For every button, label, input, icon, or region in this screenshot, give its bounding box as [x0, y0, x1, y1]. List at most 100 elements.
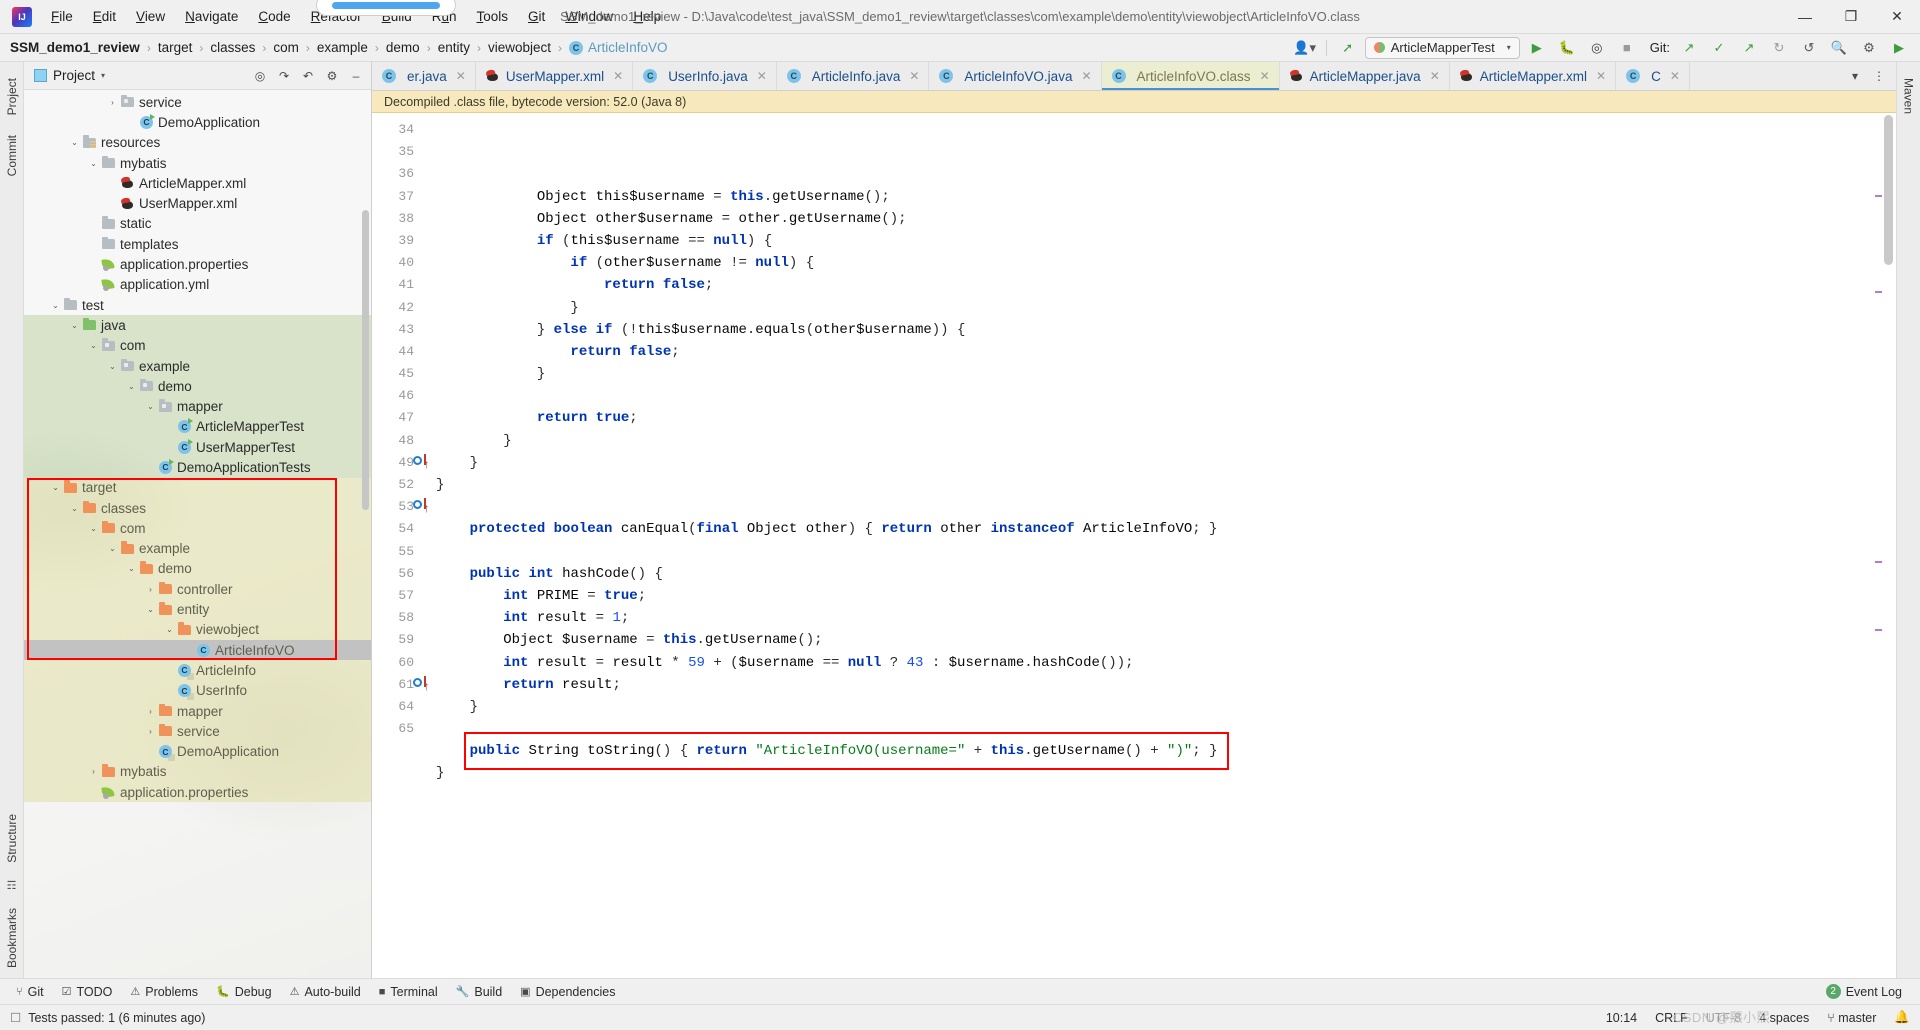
breadcrumb-item-3[interactable]: com [273, 40, 299, 55]
tree-node-service[interactable]: › service [24, 92, 371, 112]
user-icon[interactable]: 👤▾ [1292, 37, 1318, 59]
updates-icon[interactable]: ➚ [1335, 37, 1361, 59]
chevron-down-icon[interactable]: ▾ [101, 71, 105, 80]
git-push-icon[interactable]: ↗ [1736, 37, 1762, 59]
close-icon[interactable]: ✕ [456, 69, 466, 83]
chevron-right-icon[interactable]: › [144, 585, 157, 594]
line-number[interactable]: 44 [372, 341, 436, 363]
code-line[interactable]: } [436, 452, 1896, 474]
code-line[interactable] [436, 718, 1896, 740]
chevron-down-icon[interactable]: ⌄ [144, 402, 157, 411]
tree-node-test[interactable]: ⌄ test [24, 295, 371, 315]
tree-node-usermapper-xml[interactable]: UserMapper.xml [24, 193, 371, 213]
chevron-right-icon[interactable]: › [87, 767, 100, 776]
code-line[interactable] [436, 496, 1896, 518]
line-number[interactable]: 49 ↑ [372, 452, 436, 474]
tree-node-java[interactable]: ⌄ java [24, 315, 371, 336]
project-panel-scrollbar[interactable] [362, 210, 369, 510]
editor-tab-userinfo-java[interactable]: C UserInfo.java ✕ [633, 62, 777, 90]
close-icon[interactable]: ✕ [1081, 69, 1091, 83]
breadcrumb-item-2[interactable]: classes [210, 40, 255, 55]
locate-icon[interactable]: ◎ [249, 66, 271, 86]
tool-window-button-problems[interactable]: ⚠ Problems [122, 982, 206, 1002]
menu-view[interactable]: View [127, 5, 174, 28]
minimize-button[interactable]: — [1782, 0, 1828, 34]
breadcrumb-item-6[interactable]: entity [438, 40, 470, 55]
tool-window-button-todo[interactable]: ☑ TODO [54, 982, 121, 1002]
maximize-button[interactable]: ❐ [1828, 0, 1874, 34]
close-icon[interactable]: ✕ [1260, 69, 1270, 83]
close-icon[interactable]: ✕ [613, 69, 623, 83]
line-number[interactable]: 55 [372, 541, 436, 563]
tree-node-example[interactable]: ⌄ example [24, 538, 371, 559]
editor-tab-articleinfovo-class[interactable]: C ArticleInfoVO.class ✕ [1101, 62, 1280, 90]
code-line[interactable]: } [436, 696, 1896, 718]
code-line[interactable]: protected boolean canEqual(final Object … [436, 518, 1896, 540]
coverage-icon[interactable]: ◎ [1584, 37, 1610, 59]
close-icon[interactable]: ✕ [1430, 69, 1440, 83]
close-button[interactable]: ✕ [1874, 0, 1920, 34]
menu-window[interactable]: Window [556, 5, 622, 28]
tree-node-mapper[interactable]: ⌄ mapper [24, 396, 371, 417]
history-icon[interactable]: ↻ [1766, 37, 1792, 59]
code-line[interactable] [436, 385, 1896, 407]
breadcrumb-item-5[interactable]: demo [386, 40, 420, 55]
tree-node-demoapplication[interactable]: C DemoApplication [24, 112, 371, 132]
code-line[interactable]: Object other$username = other.getUsernam… [436, 208, 1896, 230]
rail-item-maven[interactable]: Maven [1899, 68, 1919, 124]
method-override-icon[interactable] [413, 455, 422, 465]
line-number[interactable]: 60 [372, 652, 436, 674]
line-number[interactable]: 43 [372, 319, 436, 341]
editor-tab-articlemapper-xml[interactable]: ArticleMapper.xml ✕ [1450, 62, 1617, 90]
code-line[interactable]: if (other$username != null) { [436, 252, 1896, 274]
editor-scrollbar[interactable] [1884, 115, 1893, 265]
tree-node-userinfo[interactable]: C UserInfo [24, 680, 371, 701]
chevron-down-icon[interactable]: ⌄ [163, 625, 176, 634]
chevron-down-icon[interactable]: ▾ [1844, 66, 1866, 86]
close-icon[interactable]: ✕ [757, 69, 767, 83]
tree-node-example[interactable]: ⌄ example [24, 355, 371, 377]
chevron-down-icon[interactable]: ⌄ [68, 504, 81, 513]
bookmarks-icon[interactable]: ☶ [7, 873, 17, 898]
code-line[interactable]: } else if (!this$username.equals(other$u… [436, 319, 1896, 341]
event-log-button[interactable]: 2 Event Log [1818, 981, 1910, 1002]
line-number[interactable]: 58 [372, 607, 436, 629]
code-line[interactable] [436, 785, 1896, 807]
code-line[interactable]: return true; [436, 407, 1896, 429]
git-update-icon[interactable]: ↗ [1676, 37, 1702, 59]
tree-node-service[interactable]: › service [24, 721, 371, 742]
tree-node-articleinfovo[interactable]: C ArticleInfoVO [24, 640, 371, 661]
code-line[interactable]: return false; [436, 274, 1896, 296]
tree-node-viewobject[interactable]: ⌄ viewobject [24, 619, 371, 641]
right-tool-rail[interactable]: Maven [1896, 62, 1920, 978]
menu-code[interactable]: Code [249, 5, 299, 28]
menu-help[interactable]: Help [624, 5, 670, 28]
branch-widget[interactable]: ⑂ master [1827, 1011, 1876, 1025]
line-number[interactable]: 39 [372, 230, 436, 252]
tree-node-resources[interactable]: ⌄ resources [24, 133, 371, 153]
project-tree[interactable]: › service C DemoApplication ⌄ resources ⌄ mybat… [24, 90, 371, 803]
chevron-right-icon[interactable]: › [144, 707, 157, 716]
debug-icon[interactable]: 🐛 [1554, 37, 1580, 59]
editor-tab-articlemapper-java[interactable]: ArticleMapper.java ✕ [1280, 62, 1450, 90]
chevron-down-icon[interactable]: ⌄ [87, 159, 100, 168]
line-number[interactable]: 35 [372, 141, 436, 163]
code-editor[interactable]: 34 35 36 37 38 39 40 41 42 43 44 45 46 47 48 49 ↑ 52 53 ↑ 54… [372, 113, 1896, 978]
rail-item-commit[interactable]: Commit [2, 125, 22, 186]
git-commit-icon[interactable]: ✓ [1706, 37, 1732, 59]
breadcrumb-item-0[interactable]: SSM_demo1_review [10, 40, 140, 55]
editor-tabs[interactable]: Cer.java ✕ UserMapper.xml ✕ C UserInfo.java ✕ C… [372, 62, 1896, 91]
more-options-icon[interactable]: ⋮ [1868, 66, 1890, 86]
code-line[interactable]: Object $username = this.getUsername(); [436, 629, 1896, 651]
chevron-down-icon[interactable]: ⌄ [106, 544, 119, 553]
rail-item-structure[interactable]: Structure [2, 804, 22, 873]
menu-edit[interactable]: Edit [84, 5, 125, 28]
close-icon[interactable]: ✕ [909, 69, 919, 83]
line-number[interactable]: 56 [372, 563, 436, 585]
tree-node-controller[interactable]: › controller [24, 579, 371, 600]
code-line[interactable]: Object this$username = this.getUsername(… [436, 186, 1896, 208]
code-line[interactable]: int PRIME = true; [436, 585, 1896, 607]
line-number[interactable]: 54 [372, 518, 436, 540]
undo-icon[interactable]: ↺ [1796, 37, 1822, 59]
file-encoding[interactable]: UTF-8 [1706, 1011, 1741, 1025]
